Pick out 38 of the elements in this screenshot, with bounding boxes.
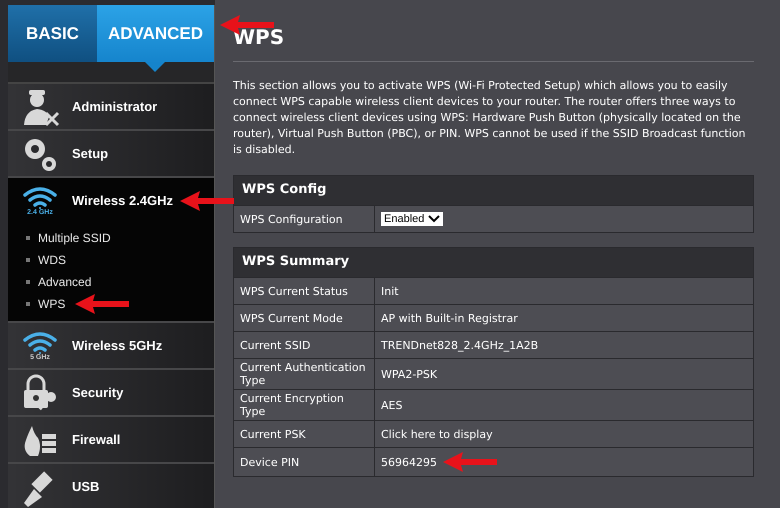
field-value: Init xyxy=(381,284,399,298)
field-label: Current Authentication Type xyxy=(234,359,375,389)
submenu-item[interactable]: WPS xyxy=(38,297,66,311)
sidebar-item[interactable]: Firewall xyxy=(8,417,214,462)
bullet-icon xyxy=(26,280,30,284)
sidebar-item[interactable]: Security xyxy=(8,370,214,415)
field-label: WPS Current Status xyxy=(234,278,375,304)
section-header: WPS Config xyxy=(234,176,753,205)
display-link[interactable]: Click here to display xyxy=(381,428,493,440)
field-value: 56964295 xyxy=(381,456,437,468)
field-value: TRENDnet828_2.4GHz_1A2B xyxy=(381,338,538,352)
field-label: Current Encryption Type xyxy=(234,390,375,420)
bullet-icon xyxy=(26,258,30,262)
description-text: This section allows you to activate WPS (Wi-Fi Protected Setup) which allows you to easily connect WPS capable wireless client devices to your router. The router offers three ways to connect wireless client devices using WPS: Hardware Push Button (physically located on the router), Virtual Push Button (PBC), or PIN. WPS cannot be used if the SSID Broadcast function is disabled. xyxy=(233,78,747,158)
sidebar-item[interactable]: USB xyxy=(8,464,214,508)
submenu-item[interactable]: Advanced xyxy=(38,275,92,289)
field-value: AP with Built-in Registrar xyxy=(381,312,518,324)
field-value: WPA2-PSK xyxy=(381,368,438,380)
sidebar-item[interactable]: Administrator xyxy=(8,84,214,129)
submenu-item[interactable]: Multiple SSID xyxy=(38,231,111,245)
mode-tab[interactable]: BASIC xyxy=(8,5,97,62)
field-label: Current PSK xyxy=(234,421,375,447)
bullet-icon xyxy=(26,236,30,240)
sidebar-item[interactable]: Setup xyxy=(8,131,214,176)
field-label: WPS Configuration xyxy=(234,206,375,232)
section-header: WPS Summary xyxy=(234,248,753,277)
bullet-icon xyxy=(26,302,30,306)
wifi-icon xyxy=(22,184,58,208)
field-value: AES xyxy=(381,398,402,412)
pointer-icon xyxy=(145,62,165,72)
field-label: Device PIN xyxy=(234,448,375,476)
page-title: WPS xyxy=(233,25,286,49)
select-dropdown[interactable]: Enabled xyxy=(381,212,444,226)
submenu-item[interactable]: WDS xyxy=(38,253,66,267)
chevron-down-icon xyxy=(428,215,440,223)
wifi-icon xyxy=(22,330,58,354)
field-label: WPS Current Mode xyxy=(234,305,375,331)
field-label: Current SSID xyxy=(234,332,375,358)
